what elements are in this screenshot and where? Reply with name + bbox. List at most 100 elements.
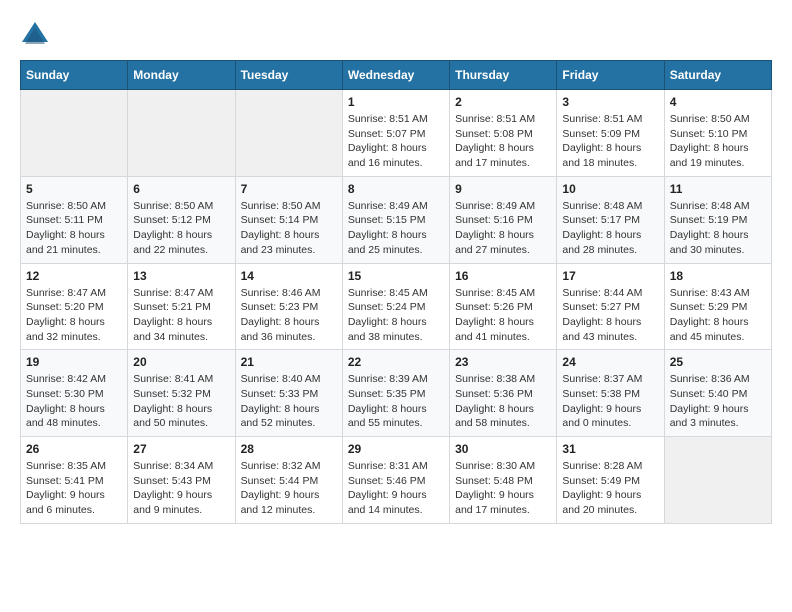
day-info: Sunrise: 8:40 AM Sunset: 5:33 PM Dayligh… bbox=[241, 372, 337, 431]
day-info: Sunrise: 8:50 AM Sunset: 5:11 PM Dayligh… bbox=[26, 199, 122, 258]
day-number: 28 bbox=[241, 442, 337, 456]
calendar-cell: 18 Sunrise: 8:43 AM Sunset: 5:29 PM Dayli… bbox=[664, 263, 771, 350]
day-number: 27 bbox=[133, 442, 229, 456]
calendar-cell: 11Sunrise: 8:48 AM Sunset: 5:19 PM Dayli… bbox=[664, 176, 771, 263]
day-info: Sunrise: 8:50 AM Sunset: 5:14 PM Dayligh… bbox=[241, 199, 337, 258]
calendar-cell: 28 Sunrise: 8:32 AM Sunset: 5:44 PM Dayli… bbox=[235, 437, 342, 524]
calendar-cell: 21Sunrise: 8:40 AM Sunset: 5:33 PM Dayli… bbox=[235, 350, 342, 437]
header-day: Friday bbox=[557, 61, 664, 90]
header-day: Tuesday bbox=[235, 61, 342, 90]
day-info: Sunrise: 8:45 AM Sunset: 5:24 PM Dayligh… bbox=[348, 286, 444, 345]
calendar-cell: 27 Sunrise: 8:34 AM Sunset: 5:43 PM Dayli… bbox=[128, 437, 235, 524]
calendar-cell: 24 Sunrise: 8:37 AM Sunset: 5:38 PM Dayli… bbox=[557, 350, 664, 437]
day-info: Sunrise: 8:46 AM Sunset: 5:23 PM Dayligh… bbox=[241, 286, 337, 345]
calendar-week-row: 12Sunrise: 8:47 AM Sunset: 5:20 PM Dayli… bbox=[21, 263, 772, 350]
day-number: 8 bbox=[348, 182, 444, 196]
day-number: 10 bbox=[562, 182, 658, 196]
day-number: 23 bbox=[455, 355, 551, 369]
day-number: 22 bbox=[348, 355, 444, 369]
header-day: Monday bbox=[128, 61, 235, 90]
day-info: Sunrise: 8:41 AM Sunset: 5:32 PM Dayligh… bbox=[133, 372, 229, 431]
day-info: Sunrise: 8:51 AM Sunset: 5:07 PM Dayligh… bbox=[348, 112, 444, 171]
day-number: 9 bbox=[455, 182, 551, 196]
day-info: Sunrise: 8:34 AM Sunset: 5:43 PM Dayligh… bbox=[133, 459, 229, 518]
calendar-cell: 26 Sunrise: 8:35 AM Sunset: 5:41 PM Dayli… bbox=[21, 437, 128, 524]
logo-icon bbox=[20, 20, 50, 50]
day-number: 18 bbox=[670, 269, 766, 283]
calendar-cell: 5 Sunrise: 8:50 AM Sunset: 5:11 PM Daylig… bbox=[21, 176, 128, 263]
day-number: 1 bbox=[348, 95, 444, 109]
day-number: 11 bbox=[670, 182, 766, 196]
day-info: Sunrise: 8:44 AM Sunset: 5:27 PM Dayligh… bbox=[562, 286, 658, 345]
day-number: 29 bbox=[348, 442, 444, 456]
calendar-cell: 13 Sunrise: 8:47 AM Sunset: 5:21 PM Dayli… bbox=[128, 263, 235, 350]
day-info: Sunrise: 8:30 AM Sunset: 5:48 PM Dayligh… bbox=[455, 459, 551, 518]
day-number: 26 bbox=[26, 442, 122, 456]
day-number: 17 bbox=[562, 269, 658, 283]
calendar-cell: 4 Sunrise: 8:50 AM Sunset: 5:10 PM Daylig… bbox=[664, 90, 771, 177]
day-info: Sunrise: 8:51 AM Sunset: 5:09 PM Dayligh… bbox=[562, 112, 658, 171]
calendar-week-row: 19 Sunrise: 8:42 AM Sunset: 5:30 PM Dayli… bbox=[21, 350, 772, 437]
day-info: Sunrise: 8:43 AM Sunset: 5:29 PM Dayligh… bbox=[670, 286, 766, 345]
calendar-cell bbox=[235, 90, 342, 177]
calendar-cell: 15Sunrise: 8:45 AM Sunset: 5:24 PM Dayli… bbox=[342, 263, 449, 350]
day-number: 16 bbox=[455, 269, 551, 283]
calendar-cell: 29 Sunrise: 8:31 AM Sunset: 5:46 PM Dayli… bbox=[342, 437, 449, 524]
day-info: Sunrise: 8:36 AM Sunset: 5:40 PM Dayligh… bbox=[670, 372, 766, 431]
day-number: 2 bbox=[455, 95, 551, 109]
day-info: Sunrise: 8:32 AM Sunset: 5:44 PM Dayligh… bbox=[241, 459, 337, 518]
day-info: Sunrise: 8:28 AM Sunset: 5:49 PM Dayligh… bbox=[562, 459, 658, 518]
day-number: 30 bbox=[455, 442, 551, 456]
calendar-cell: 19 Sunrise: 8:42 AM Sunset: 5:30 PM Dayli… bbox=[21, 350, 128, 437]
day-info: Sunrise: 8:50 AM Sunset: 5:10 PM Dayligh… bbox=[670, 112, 766, 171]
day-number: 24 bbox=[562, 355, 658, 369]
day-info: Sunrise: 8:31 AM Sunset: 5:46 PM Dayligh… bbox=[348, 459, 444, 518]
calendar-cell: 8 Sunrise: 8:49 AM Sunset: 5:15 PM Daylig… bbox=[342, 176, 449, 263]
header-day: Saturday bbox=[664, 61, 771, 90]
day-number: 6 bbox=[133, 182, 229, 196]
calendar-cell: 16 Sunrise: 8:45 AM Sunset: 5:26 PM Dayli… bbox=[450, 263, 557, 350]
day-number: 7 bbox=[241, 182, 337, 196]
calendar-table: SundayMondayTuesdayWednesdayThursdayFrid… bbox=[20, 60, 772, 524]
calendar-cell: 3Sunrise: 8:51 AM Sunset: 5:09 PM Daylig… bbox=[557, 90, 664, 177]
calendar-cell: 30 Sunrise: 8:30 AM Sunset: 5:48 PM Dayli… bbox=[450, 437, 557, 524]
day-info: Sunrise: 8:35 AM Sunset: 5:41 PM Dayligh… bbox=[26, 459, 122, 518]
day-info: Sunrise: 8:49 AM Sunset: 5:16 PM Dayligh… bbox=[455, 199, 551, 258]
day-info: Sunrise: 8:51 AM Sunset: 5:08 PM Dayligh… bbox=[455, 112, 551, 171]
calendar-cell: 12Sunrise: 8:47 AM Sunset: 5:20 PM Dayli… bbox=[21, 263, 128, 350]
calendar-cell bbox=[128, 90, 235, 177]
day-number: 14 bbox=[241, 269, 337, 283]
calendar-week-row: 1 Sunrise: 8:51 AM Sunset: 5:07 PM Daylig… bbox=[21, 90, 772, 177]
day-info: Sunrise: 8:47 AM Sunset: 5:21 PM Dayligh… bbox=[133, 286, 229, 345]
day-number: 13 bbox=[133, 269, 229, 283]
day-info: Sunrise: 8:39 AM Sunset: 5:35 PM Dayligh… bbox=[348, 372, 444, 431]
calendar-cell bbox=[664, 437, 771, 524]
calendar-body: 1 Sunrise: 8:51 AM Sunset: 5:07 PM Daylig… bbox=[21, 90, 772, 524]
day-number: 19 bbox=[26, 355, 122, 369]
header-row: SundayMondayTuesdayWednesdayThursdayFrid… bbox=[21, 61, 772, 90]
calendar-cell: 25 Sunrise: 8:36 AM Sunset: 5:40 PM Dayli… bbox=[664, 350, 771, 437]
calendar-week-row: 5 Sunrise: 8:50 AM Sunset: 5:11 PM Daylig… bbox=[21, 176, 772, 263]
day-number: 25 bbox=[670, 355, 766, 369]
day-info: Sunrise: 8:47 AM Sunset: 5:20 PM Dayligh… bbox=[26, 286, 122, 345]
day-number: 4 bbox=[670, 95, 766, 109]
day-number: 5 bbox=[26, 182, 122, 196]
calendar-cell bbox=[21, 90, 128, 177]
day-info: Sunrise: 8:42 AM Sunset: 5:30 PM Dayligh… bbox=[26, 372, 122, 431]
day-number: 31 bbox=[562, 442, 658, 456]
day-number: 20 bbox=[133, 355, 229, 369]
header-day: Sunday bbox=[21, 61, 128, 90]
calendar-cell: 23Sunrise: 8:38 AM Sunset: 5:36 PM Dayli… bbox=[450, 350, 557, 437]
header-day: Thursday bbox=[450, 61, 557, 90]
day-info: Sunrise: 8:50 AM Sunset: 5:12 PM Dayligh… bbox=[133, 199, 229, 258]
day-info: Sunrise: 8:37 AM Sunset: 5:38 PM Dayligh… bbox=[562, 372, 658, 431]
day-info: Sunrise: 8:49 AM Sunset: 5:15 PM Dayligh… bbox=[348, 199, 444, 258]
calendar-cell: 7 Sunrise: 8:50 AM Sunset: 5:14 PM Daylig… bbox=[235, 176, 342, 263]
logo bbox=[20, 20, 54, 50]
day-info: Sunrise: 8:45 AM Sunset: 5:26 PM Dayligh… bbox=[455, 286, 551, 345]
calendar-week-row: 26 Sunrise: 8:35 AM Sunset: 5:41 PM Dayli… bbox=[21, 437, 772, 524]
calendar-cell: 1 Sunrise: 8:51 AM Sunset: 5:07 PM Daylig… bbox=[342, 90, 449, 177]
calendar-cell: 2 Sunrise: 8:51 AM Sunset: 5:08 PM Daylig… bbox=[450, 90, 557, 177]
header-day: Wednesday bbox=[342, 61, 449, 90]
calendar-cell: 10Sunrise: 8:48 AM Sunset: 5:17 PM Dayli… bbox=[557, 176, 664, 263]
